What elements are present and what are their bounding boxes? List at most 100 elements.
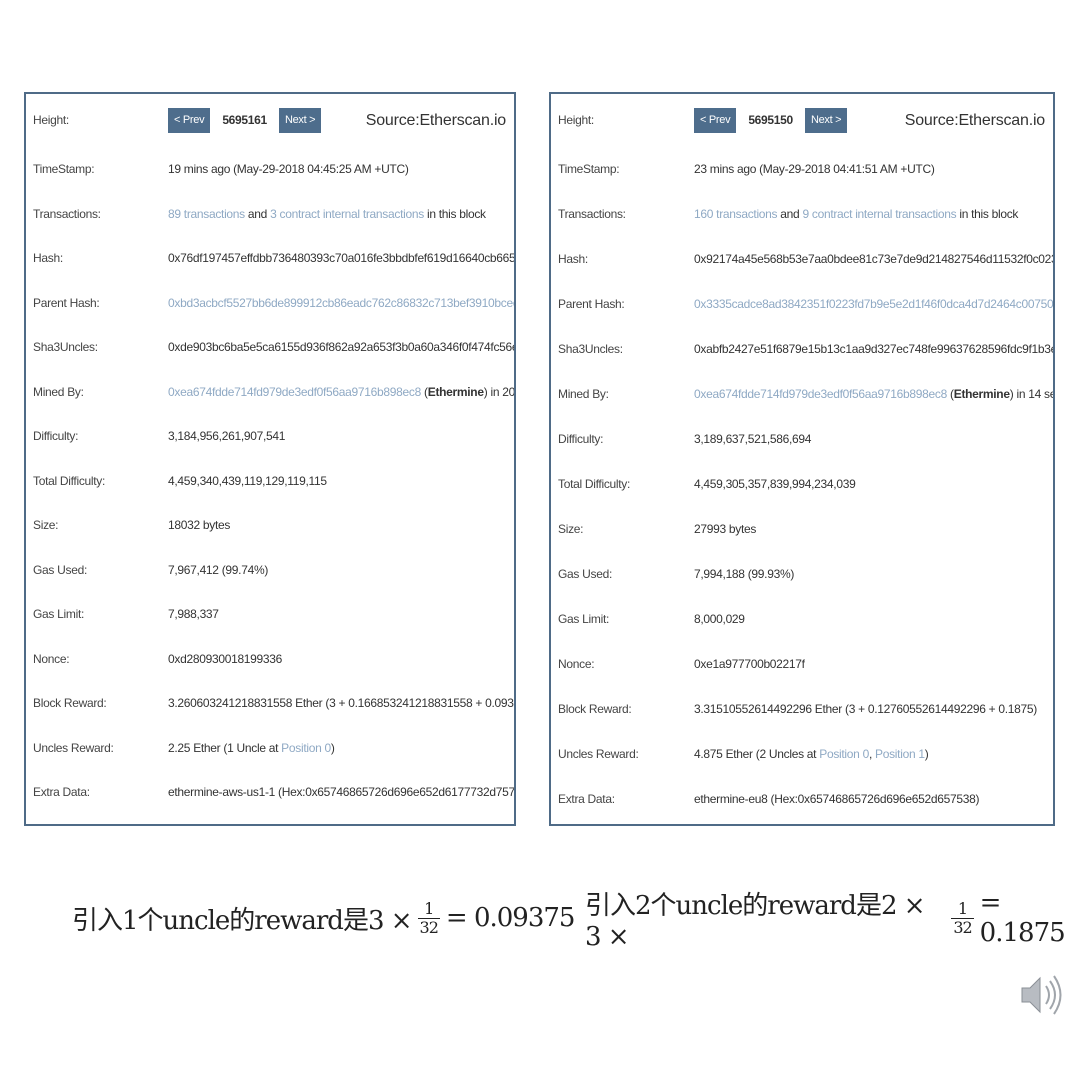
block-panel-right: Height: < Prev 5695150 Next > Source:Eth…	[549, 92, 1055, 826]
gas-used-value: 7,994,188 (99.93%)	[694, 567, 795, 581]
internal-transactions-link[interactable]: 9 contract internal transactions	[802, 207, 956, 221]
sha3uncles-value: 0xabfb2427e51f6879e15b13c1aa9d327ec748fe…	[694, 342, 1055, 356]
row-transactions: Transactions: 160 transactions and 9 con…	[551, 192, 1053, 236]
size-label: Size:	[558, 522, 584, 536]
formula-text: 引入1个uncle的reward是3 ×	[72, 905, 413, 936]
total-difficulty-value: 4,459,305,357,839,994,234,039	[694, 477, 856, 491]
uncle-reward-formula-1: 引入1个uncle的reward是3 × 1 32 = 0.09375	[72, 888, 576, 948]
transactions-link[interactable]: 160 transactions	[694, 207, 778, 221]
row-transactions: Transactions: 89 transactions and 3 cont…	[26, 192, 514, 236]
row-mined-by: Mined By: 0xea674fdde714fd979de3edf0f56a…	[551, 372, 1053, 416]
row-block-reward: Block Reward: 3.260603241218831558 Ether…	[26, 681, 514, 725]
formula-result: = 0.09375	[445, 903, 576, 933]
fraction: 1 32	[417, 898, 440, 937]
nonce-value: 0xe1a977700b02217f	[694, 657, 805, 671]
uncle-position-0-link[interactable]: Position 0	[281, 741, 331, 755]
parent-hash-link[interactable]: 0xbd3acbcf5527bb6de899912cb86eadc762c868…	[168, 296, 514, 310]
row-parent-hash: Parent Hash: 0xbd3acbcf5527bb6de899912cb…	[26, 281, 514, 325]
mined-by-value: 0xea674fdde714fd979de3edf0f56aa9716b898e…	[694, 387, 1055, 401]
sha3uncles-value: 0xde903bc6ba5e5ca6155d936f862a92a653f3b0…	[168, 340, 514, 354]
internal-transactions-link[interactable]: 3 contract internal transactions	[270, 207, 424, 221]
transactions-label: Transactions:	[558, 207, 626, 221]
row-height: Height: < Prev 5695150 Next > Source:Eth…	[551, 98, 1053, 142]
row-block-reward: Block Reward: 3.31510552614492296 Ether …	[551, 687, 1053, 731]
hash-label: Hash:	[558, 252, 588, 266]
height-label: Height:	[558, 113, 594, 127]
row-total-difficulty: Total Difficulty: 4,459,305,357,839,994,…	[551, 462, 1053, 506]
block-pager: < Prev 5695150 Next >	[694, 107, 848, 133]
nonce-value: 0xd280930018199336	[168, 652, 283, 666]
uncle-reward-formula-2: 引入2个uncle的reward是2 × 3 × 1 32 = 0.1875	[585, 888, 1084, 952]
block-number: 5695161	[222, 113, 267, 127]
uncles-reward-label: Uncles Reward:	[33, 741, 114, 755]
mined-by-tail: in 14 secs	[1016, 387, 1055, 401]
uncles-reward-label: Uncles Reward:	[558, 747, 639, 761]
hash-value: 0x76df197457effdbb736480393c70a016fe3bbd…	[168, 251, 516, 265]
transactions-link[interactable]: 89 transactions	[168, 207, 245, 221]
hash-label: Hash:	[33, 251, 63, 265]
sha3uncles-label: Sha3Uncles:	[558, 342, 623, 356]
transactions-and: and	[244, 207, 271, 221]
row-timestamp: TimeStamp: 23 mins ago (May-29-2018 04:4…	[551, 147, 1053, 191]
row-sha3uncles: Sha3Uncles: 0xabfb2427e51f6879e15b13c1aa…	[551, 327, 1053, 371]
extra-data-label: Extra Data:	[558, 792, 615, 806]
mined-by-label: Mined By:	[558, 387, 609, 401]
prev-button[interactable]: < Prev	[694, 107, 737, 133]
fraction: 1 32	[951, 898, 974, 937]
row-extra-data: Extra Data: ethermine-aws-us1-1 (Hex:0x6…	[26, 770, 514, 814]
gas-used-value: 7,967,412 (99.74%)	[168, 563, 269, 577]
total-difficulty-value: 4,459,340,439,119,129,119,115	[168, 474, 327, 488]
difficulty-label: Difficulty:	[558, 432, 604, 446]
mined-by-tail: in 20 secs	[490, 385, 515, 399]
row-height: Height: < Prev 5695161 Next > Source:Eth…	[26, 98, 514, 142]
uncle-position-1-link[interactable]: Position 1	[875, 747, 925, 761]
difficulty-label: Difficulty:	[33, 429, 79, 443]
row-nonce: Nonce: 0xe1a977700b02217f	[551, 642, 1053, 686]
nonce-label: Nonce:	[558, 657, 595, 671]
uncle-position-0-link[interactable]: Position 0	[819, 747, 869, 761]
block-panel-left: Height: < Prev 5695161 Next > Source:Eth…	[24, 92, 516, 826]
mined-by-label: Mined By:	[33, 385, 84, 399]
transactions-label: Transactions:	[33, 207, 101, 221]
uncles-reward-post: )	[924, 747, 929, 761]
total-difficulty-label: Total Difficulty:	[558, 477, 631, 491]
size-value: 18032 bytes	[168, 518, 231, 532]
transactions-tail: in this block	[423, 207, 486, 221]
transactions-value: 89 transactions and 3 contract internal …	[168, 207, 486, 221]
row-hash: Hash: 0x92174a45e568b53e7aa0bdee81c73e7d…	[551, 237, 1053, 281]
fraction-numerator: 1	[957, 898, 968, 918]
fraction-denominator: 32	[419, 917, 439, 937]
parent-hash-label: Parent Hash:	[558, 297, 625, 311]
gas-limit-label: Gas Limit:	[33, 607, 85, 621]
size-value: 27993 bytes	[694, 522, 757, 536]
next-button[interactable]: Next >	[278, 107, 322, 133]
block-reward-label: Block Reward:	[33, 696, 107, 710]
uncles-reward-pre: 4.875 Ether (2 Uncles at	[694, 747, 820, 761]
row-mined-by: Mined By: 0xea674fdde714fd979de3edf0f56a…	[26, 370, 514, 414]
difficulty-value: 3,184,956,261,907,541	[168, 429, 286, 443]
gas-limit-value: 8,000,029	[694, 612, 745, 626]
fraction-numerator: 1	[424, 898, 434, 918]
row-size: Size: 18032 bytes	[26, 503, 514, 547]
gas-limit-label: Gas Limit:	[558, 612, 610, 626]
row-gas-used: Gas Used: 7,967,412 (99.74%)	[26, 548, 514, 592]
transactions-tail: in this block	[956, 207, 1019, 221]
gas-used-label: Gas Used:	[33, 563, 87, 577]
uncles-reward-value: 2.25 Ether (1 Uncle at Position 0)	[168, 741, 335, 755]
miner-pool: Ethermine	[427, 385, 484, 399]
next-button[interactable]: Next >	[804, 107, 848, 133]
total-difficulty-label: Total Difficulty:	[33, 474, 106, 488]
prev-button[interactable]: < Prev	[168, 107, 211, 133]
parent-hash-link[interactable]: 0x3335cadce8ad3842351f0223fd7b9e5e2d1f46…	[694, 297, 1053, 311]
row-nonce: Nonce: 0xd280930018199336	[26, 637, 514, 681]
mined-by-value: 0xea674fdde714fd979de3edf0f56aa9716b898e…	[168, 385, 515, 399]
miner-address-link[interactable]: 0xea674fdde714fd979de3edf0f56aa9716b898e…	[168, 385, 421, 399]
timestamp-value: 19 mins ago (May-29-2018 04:45:25 AM +UT…	[168, 162, 409, 176]
miner-address-link[interactable]: 0xea674fdde714fd979de3edf0f56aa9716b898e…	[694, 387, 947, 401]
row-difficulty: Difficulty: 3,189,637,521,586,694	[551, 417, 1053, 461]
row-parent-hash: Parent Hash: 0x3335cadce8ad3842351f0223f…	[551, 282, 1053, 326]
gas-limit-value: 7,988,337	[168, 607, 219, 621]
sha3uncles-label: Sha3Uncles:	[33, 340, 98, 354]
uncles-reward-pre: 2.25 Ether (1 Uncle at	[168, 741, 282, 755]
speaker-icon[interactable]	[1018, 970, 1068, 1020]
